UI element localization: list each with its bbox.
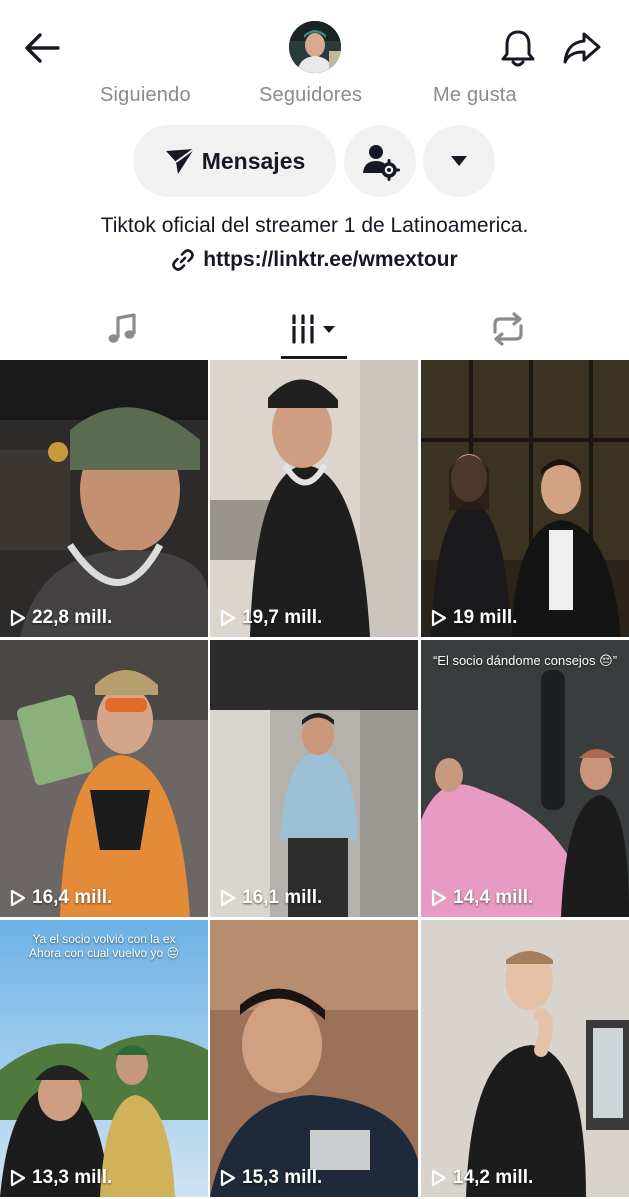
play-icon xyxy=(431,609,447,627)
video-caption: “El socio dándome consejos 😔” xyxy=(432,653,618,668)
play-icon xyxy=(10,889,26,907)
video-thumbnail[interactable]: 16,4 mill. xyxy=(0,640,208,917)
view-count: 14,2 mill. xyxy=(431,1167,533,1189)
tab-sounds[interactable] xyxy=(17,300,226,358)
play-icon xyxy=(10,609,26,627)
play-icon xyxy=(431,1169,447,1187)
person-gear-icon xyxy=(363,145,400,181)
bell-icon xyxy=(501,30,535,67)
likes-label: Me gusta xyxy=(433,84,517,106)
followers-label[interactable]: Seguidores xyxy=(259,84,362,107)
view-count: 14,4 mill. xyxy=(431,887,533,909)
bio-text: Tiktok oficial del streamer 1 de Latinoa… xyxy=(100,214,529,237)
share-arrow-icon xyxy=(563,32,601,64)
play-icon xyxy=(220,609,236,627)
bio-link[interactable]: https://linktr.ee/wmextour xyxy=(0,248,629,272)
view-count: 16,4 mill. xyxy=(10,887,112,909)
grid-filter-icon xyxy=(290,314,335,344)
video-thumbnail[interactable]: 15,3 mill. xyxy=(210,920,418,1197)
back-button[interactable] xyxy=(20,28,64,68)
arrow-left-icon xyxy=(25,33,60,63)
play-icon xyxy=(220,889,236,907)
view-count: 16,1 mill. xyxy=(220,887,322,909)
video-thumbnail[interactable]: 22,8 mill. xyxy=(0,360,208,637)
video-grid: 22,8 mill. 19,7 mill. 19 mill. 16,4 mill… xyxy=(0,360,629,1199)
share-button[interactable] xyxy=(560,26,604,70)
caret-down-icon xyxy=(451,156,467,166)
play-icon xyxy=(220,1169,236,1187)
paper-plane-icon xyxy=(165,148,195,174)
top-bar xyxy=(0,0,629,92)
following-label[interactable]: Siguiendo xyxy=(100,84,191,107)
content-tabs xyxy=(0,300,629,360)
bio-link-text[interactable]: https://linktr.ee/wmextour xyxy=(203,248,457,272)
video-thumbnail[interactable]: 19 mill. xyxy=(421,360,629,637)
video-thumbnail[interactable]: 16,1 mill. xyxy=(210,640,418,917)
view-count: 19 mill. xyxy=(431,607,517,629)
video-thumbnail[interactable]: “El socio dándome consejos 😔” 14,4 mill. xyxy=(421,640,629,917)
link-icon xyxy=(172,249,195,271)
view-count: 19,7 mill. xyxy=(220,607,322,629)
repost-icon xyxy=(492,312,523,346)
video-thumbnail[interactable]: 19,7 mill. xyxy=(210,360,418,637)
tab-videos[interactable] xyxy=(210,300,419,358)
profile-actions: Mensajes xyxy=(0,125,629,197)
active-tab-indicator xyxy=(281,356,347,359)
video-thumbnail[interactable]: Ya el socio volvió con la ex Ahora con c… xyxy=(0,920,208,1197)
view-count: 13,3 mill. xyxy=(10,1167,112,1189)
music-note-icon xyxy=(108,313,136,343)
view-count: 15,3 mill. xyxy=(220,1167,322,1189)
tab-reposts[interactable] xyxy=(403,300,612,358)
video-caption: Ya el socio volvió con la ex Ahora con c… xyxy=(29,932,179,960)
more-options-button[interactable] xyxy=(423,125,495,197)
video-thumbnail[interactable]: 14,2 mill. xyxy=(421,920,629,1197)
messages-label: Mensajes xyxy=(201,147,306,174)
notifications-button[interactable] xyxy=(496,26,540,70)
view-count: 22,8 mill. xyxy=(10,607,112,629)
friends-settings-button[interactable] xyxy=(344,125,416,197)
avatar[interactable] xyxy=(289,21,341,73)
messages-button[interactable]: Mensajes xyxy=(133,125,336,197)
stats-row: Siguiendo Seguidores Me gusta xyxy=(0,84,629,110)
play-icon xyxy=(431,889,447,907)
play-icon xyxy=(10,1169,26,1187)
